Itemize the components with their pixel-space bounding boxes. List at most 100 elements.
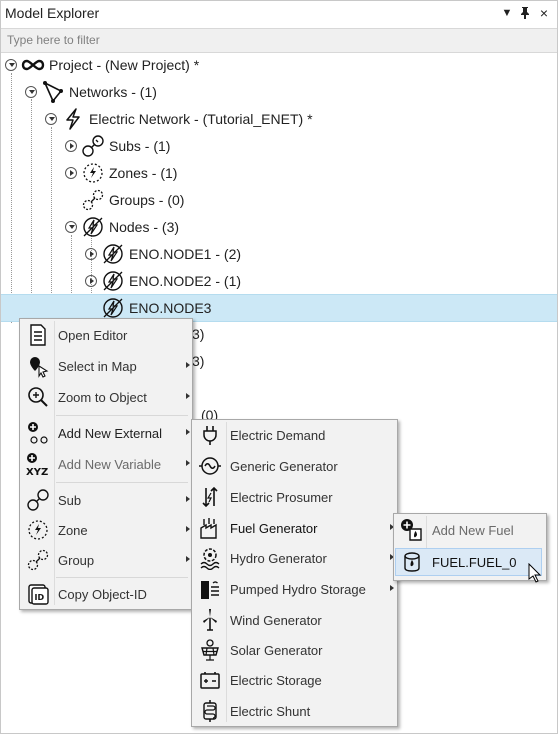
tree-item-label: Subs - (1) (109, 138, 171, 154)
map-select-icon (26, 354, 50, 378)
tree-item-project[interactable]: Project - (New Project) * (5, 52, 199, 78)
add-variable-icon: XYZ (26, 452, 50, 476)
menu-item-electric-storage[interactable]: Electric Storage (194, 666, 394, 694)
tree-guide (31, 99, 32, 323)
plug-icon (198, 423, 222, 447)
pin-icon[interactable] (517, 4, 533, 22)
submenu-arrow-icon (186, 556, 190, 562)
menu-item-label: Add New External (58, 425, 163, 441)
collapse-toggle-icon[interactable] (65, 221, 77, 233)
tree-item-label: Zones - (1) (109, 165, 178, 181)
menu-item-electric-prosumer[interactable]: Electric Prosumer (194, 483, 394, 511)
menu-item-add-new-external[interactable]: Add New External (22, 419, 190, 447)
add-external-icon (26, 421, 50, 445)
panel-title: Model Explorer (5, 5, 100, 21)
menu-item-solar-generator[interactable]: Solar Generator (194, 636, 394, 664)
menu-item-pumped-hydro-storage[interactable]: Pumped Hydro Storage (194, 575, 394, 603)
menu-item-label: Fuel Generator (230, 520, 318, 536)
zoom-icon (26, 385, 50, 409)
tree-item-label: Groups - (0) (109, 192, 185, 208)
filter-bar (1, 28, 557, 53)
menu-item-label: Group (58, 552, 95, 568)
menu-item-label: FUEL.FUEL_0 (432, 554, 517, 570)
menu-item-label: Electric Prosumer (230, 489, 333, 505)
collapse-toggle-icon[interactable] (5, 59, 17, 71)
menu-item-add-new-variable[interactable]: XYZ Add New Variable (22, 450, 190, 478)
tree-item-label: ENO.NODE3 (129, 300, 212, 316)
collapse-toggle-icon[interactable] (25, 86, 37, 98)
menu-item-sub[interactable]: Sub (22, 486, 190, 514)
menu-item-label: Select in Map (58, 358, 137, 374)
node-icon (101, 269, 125, 293)
menu-separator (56, 415, 188, 416)
menu-item-zone[interactable]: Zone (22, 516, 190, 544)
menu-item-label: Add New Fuel (432, 522, 514, 538)
pumped-hydro-icon (198, 577, 222, 601)
menu-item-fuel-0[interactable]: FUEL.FUEL_0 (395, 548, 542, 576)
network-icon (41, 80, 65, 104)
submenu-arrow-icon (390, 585, 394, 591)
chevron-down-icon[interactable]: ▼ (499, 4, 515, 22)
id-icon: ID (26, 582, 50, 606)
menu-item-copy-object-id[interactable]: ID Copy Object-ID (22, 580, 190, 608)
tree-item-label: Electric Network - (Tutorial_ENET) * (89, 111, 313, 127)
expand-toggle-icon[interactable] (65, 140, 77, 152)
menu-item-label: Copy Object-ID (58, 586, 147, 602)
menu-item-label: Wind Generator (230, 612, 322, 628)
hidden-tree-text: 3) (192, 326, 205, 342)
filter-input[interactable] (1, 29, 547, 50)
menu-item-zoom-to-object[interactable]: Zoom to Object (22, 383, 190, 411)
expand-toggle-icon[interactable] (85, 275, 97, 287)
expand-toggle-icon[interactable] (65, 167, 77, 179)
externals-submenu: Electric Demand Generic Generator Electr… (191, 419, 398, 727)
generator-icon (198, 454, 222, 478)
menu-item-fuel-generator[interactable]: Fuel Generator (194, 514, 394, 542)
shunt-icon (198, 699, 222, 723)
submenu-arrow-icon (186, 496, 190, 502)
context-menu: Open Editor Select in Map Zoom to Object… (19, 318, 193, 610)
menu-item-hydro-generator[interactable]: Hydro Generator (194, 544, 394, 572)
submenu-arrow-icon (186, 393, 190, 399)
collapse-toggle-icon[interactable] (45, 113, 57, 125)
menu-item-open-editor[interactable]: Open Editor (22, 321, 190, 349)
tree-item-zones[interactable]: Zones - (1) (65, 160, 177, 186)
submenu-arrow-icon (186, 429, 190, 435)
tree-item-node2[interactable]: ENO.NODE2 - (1) (85, 268, 241, 294)
sub-icon (26, 488, 50, 512)
tree-item-groups[interactable]: Groups - (0) (81, 187, 184, 213)
submenu-arrow-icon (186, 460, 190, 466)
prosumer-icon (198, 485, 222, 509)
menu-item-label: Pumped Hydro Storage (230, 581, 366, 597)
menu-item-label: Electric Storage (230, 672, 322, 688)
panel-titlebar: Model Explorer ▼ × (1, 1, 557, 25)
menu-item-label: Add New Variable (58, 456, 162, 472)
tree-item-label: Nodes - (3) (109, 219, 180, 235)
expand-toggle-icon[interactable] (85, 248, 97, 260)
fuel-submenu: Add New Fuel FUEL.FUEL_0 (393, 513, 547, 581)
close-icon[interactable]: × (536, 4, 552, 22)
tree-item-label: Networks - (1) (69, 84, 157, 100)
menu-item-wind-generator[interactable]: Wind Generator (194, 606, 394, 634)
tree-item-networks[interactable]: Networks - (1) (25, 79, 157, 105)
submenu-arrow-icon (186, 526, 190, 532)
menu-item-electric-demand[interactable]: Electric Demand (194, 421, 394, 449)
menu-item-add-new-fuel[interactable]: Add New Fuel (396, 516, 543, 544)
node-icon (101, 242, 125, 266)
mouse-cursor-icon (528, 563, 542, 583)
node-icon (101, 296, 125, 320)
tree-item-electric-network[interactable]: Electric Network - (Tutorial_ENET) * (45, 106, 313, 132)
menu-item-label: Hydro Generator (230, 550, 327, 566)
node-icon (81, 215, 105, 239)
tree-item-label: ENO.NODE2 - (1) (129, 273, 242, 289)
tree-item-node1[interactable]: ENO.NODE1 - (2) (85, 241, 241, 267)
svg-text:ID: ID (35, 593, 45, 602)
menu-item-electric-shunt[interactable]: Electric Shunt (194, 697, 394, 725)
menu-item-group[interactable]: Group (22, 546, 190, 574)
model-explorer-panel: Model Explorer ▼ × Project - (New Projec… (0, 0, 558, 734)
tree-item-nodes[interactable]: Nodes - (3) (65, 214, 179, 240)
menu-item-label: Electric Shunt (230, 703, 311, 719)
menu-item-generic-generator[interactable]: Generic Generator (194, 452, 394, 480)
tree-item-subs[interactable]: Subs - (1) (65, 133, 170, 159)
add-fuel-icon (400, 518, 424, 542)
menu-item-select-in-map[interactable]: Select in Map (22, 352, 190, 380)
